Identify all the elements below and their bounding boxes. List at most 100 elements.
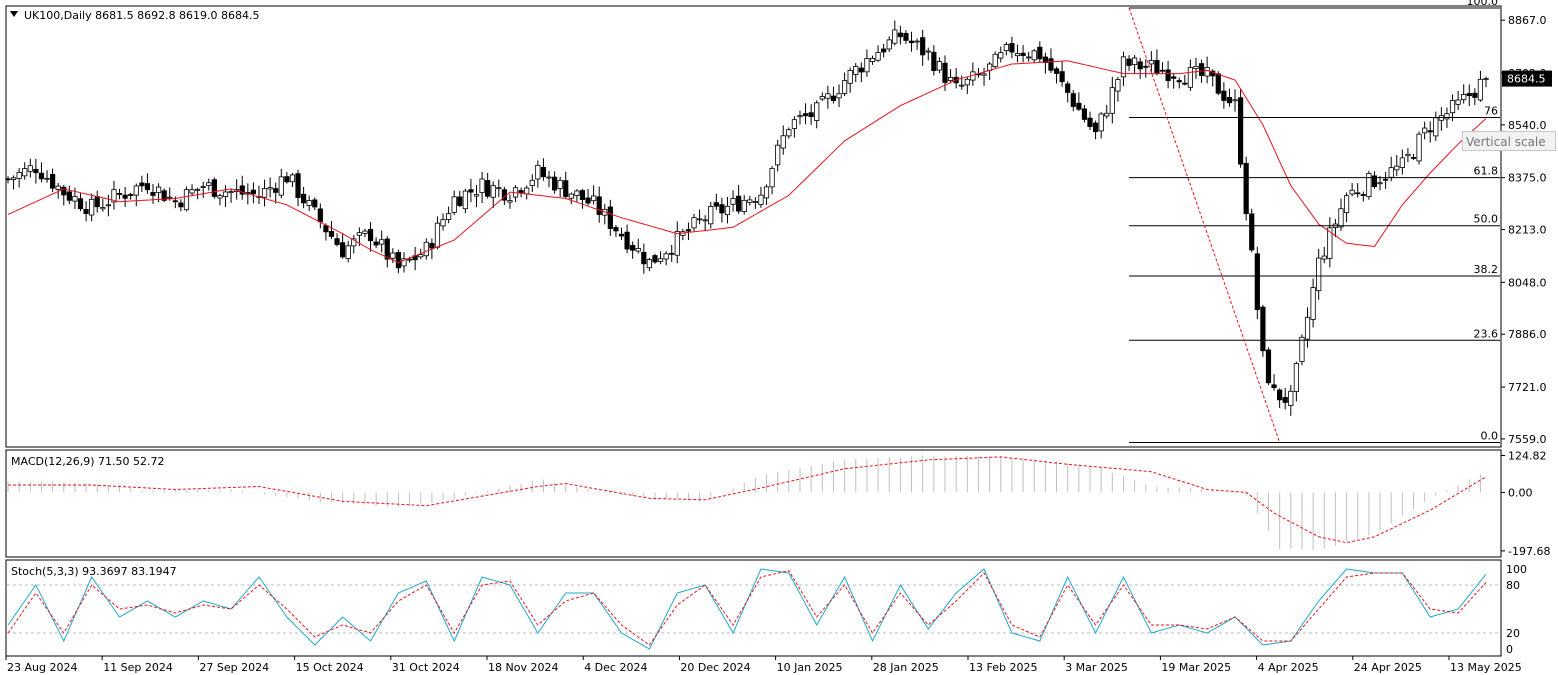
candle-body (1204, 66, 1210, 77)
candle-body (250, 189, 257, 195)
candle-body (1438, 115, 1444, 121)
candle-body (1416, 133, 1422, 162)
candle-body (105, 204, 111, 207)
vertical-scale-tooltip: Vertical scale (1462, 131, 1556, 151)
candle-body (931, 51, 937, 71)
candle-body (128, 194, 134, 196)
candle-body (446, 213, 452, 220)
candle-body (624, 231, 630, 250)
candle-body (942, 62, 948, 83)
candle-body (797, 115, 803, 118)
fib-level-label: 61.8 (1474, 165, 1499, 178)
price-axis-label: 7559.0 (1508, 433, 1547, 446)
candle-body (747, 199, 753, 203)
stoch-axis-label: 0 (1506, 643, 1513, 656)
candle-body (1265, 349, 1272, 384)
candle-body (440, 219, 446, 227)
candle-body (1366, 173, 1372, 198)
candle-body (763, 186, 770, 199)
candle-body (1383, 178, 1389, 181)
candle-body (1477, 78, 1484, 101)
candle-body (1193, 65, 1199, 69)
candle-body (1059, 71, 1065, 83)
candle-body (5, 178, 11, 181)
candle-body (1237, 97, 1244, 165)
candle-body (1422, 127, 1428, 134)
price-axis-label: 7721.0 (1508, 381, 1547, 394)
candle-body (1221, 90, 1227, 101)
candle-body (1187, 67, 1193, 88)
candle-body (836, 93, 842, 99)
candle-body (1377, 182, 1383, 185)
date-axis-label: 4 Dec 2024 (584, 661, 647, 674)
macd-axis-label: 124.82 (1508, 449, 1547, 462)
candle-body (496, 187, 502, 190)
date-axis-label: 28 Jan 2025 (873, 661, 939, 674)
candle-body (618, 233, 625, 237)
candle-body (936, 61, 943, 71)
candle-body (10, 177, 17, 180)
candle-body (691, 217, 697, 229)
candle-body (1048, 58, 1054, 71)
candle-body (724, 205, 731, 216)
candle-body (992, 53, 998, 67)
candle-body (206, 182, 212, 186)
fib-level-label: 23.6 (1474, 327, 1499, 340)
candle-body (1360, 194, 1366, 196)
price-axis-label: 8213.0 (1508, 224, 1547, 237)
candle-body (323, 225, 329, 233)
chart-background (0, 0, 1558, 675)
candle-body (418, 254, 424, 258)
candle-body (172, 200, 178, 203)
candle-body (702, 219, 708, 222)
candle-body (1159, 69, 1166, 72)
candle-body (540, 166, 547, 178)
candle-body (217, 195, 223, 199)
candle-body (38, 172, 45, 180)
candle-body (1433, 117, 1439, 137)
candle-body (150, 192, 156, 196)
candle-body (183, 189, 190, 211)
candle-body (630, 245, 636, 251)
candle-body (842, 80, 848, 94)
candle-body (139, 182, 145, 187)
price-axis-label: 8540.0 (1508, 119, 1547, 132)
candle-body (1310, 287, 1316, 320)
candle-body (674, 231, 680, 256)
candle-body (1053, 68, 1060, 74)
date-axis-label: 27 Sep 2024 (199, 661, 269, 674)
date-axis-label: 13 May 2025 (1450, 661, 1522, 674)
date-axis-label: 10 Jan 2025 (777, 661, 843, 674)
candle-body (947, 76, 954, 81)
candle-body (133, 185, 139, 196)
stoch-axis-label: 100 (1506, 563, 1527, 576)
candle-body (1299, 336, 1305, 362)
fib-level-label: 100.0 (1467, 0, 1499, 8)
date-axis-label: 13 Feb 2025 (969, 661, 1037, 674)
candle-body (328, 231, 335, 237)
candle-body (886, 39, 892, 50)
candle-body (1009, 43, 1015, 53)
candle-body (908, 40, 915, 44)
candle-body (869, 57, 876, 62)
candle-body (267, 187, 273, 190)
current-price-label: 8684.5 (1507, 73, 1546, 86)
candle-body (273, 188, 279, 193)
candle-body (1444, 113, 1450, 120)
candle-body (1410, 157, 1417, 159)
candle-body (1070, 93, 1076, 107)
date-axis-label: 31 Oct 2024 (392, 661, 460, 674)
candle-body (72, 196, 78, 202)
candle-body (406, 258, 413, 261)
candle-body (289, 174, 296, 183)
candle-body (568, 193, 574, 199)
candle-body (473, 194, 480, 197)
candle-body (1104, 112, 1110, 117)
candle-body (607, 206, 613, 229)
trading-chart[interactable]: 100.07661.850.038.223.60.0 8867.08702.08… (0, 0, 1558, 675)
candle-body (1165, 69, 1171, 81)
stoch-axis-label: 20 (1506, 627, 1520, 640)
candle-body (27, 165, 33, 172)
candle-body (864, 58, 870, 73)
fib-level-label: 0.0 (1481, 429, 1499, 442)
